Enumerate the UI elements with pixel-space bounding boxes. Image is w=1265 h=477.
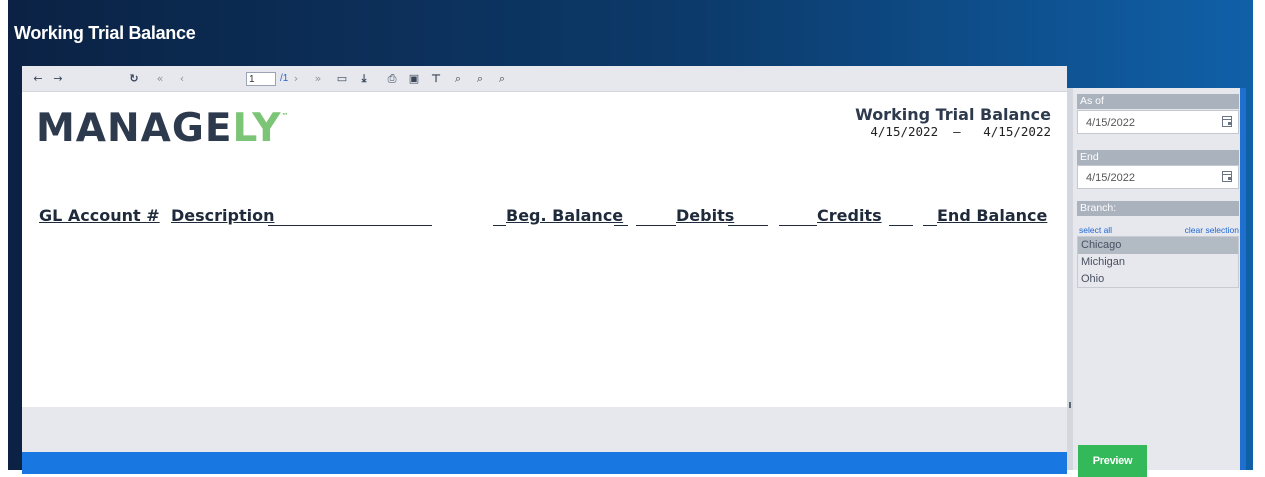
branch-item-ohio[interactable]: Ohio: [1078, 271, 1238, 288]
clear-selection-link[interactable]: clear selection: [1185, 225, 1239, 235]
end-date-value: 4/15/2022: [1086, 172, 1135, 184]
preview-button[interactable]: Preview: [1078, 445, 1147, 477]
report-title: Working Trial Balance: [855, 105, 1051, 124]
as-of-label: As of: [1077, 94, 1239, 109]
column-underline: [493, 225, 506, 226]
calendar-icon[interactable]: [1222, 116, 1232, 127]
previous-page-icon[interactable]: ‹: [174, 66, 190, 92]
column-underline: [636, 225, 676, 226]
filter-icon[interactable]: ⊤: [428, 66, 444, 92]
print-icon[interactable]: ⎙: [384, 66, 400, 92]
column-header-description: Description: [171, 206, 275, 225]
branch-list[interactable]: Chicago Michigan Ohio: [1077, 236, 1239, 288]
forward-arrow-icon[interactable]: →: [50, 66, 66, 92]
column-header-debits: Debits: [676, 206, 735, 225]
report-footer-area: [22, 407, 1067, 452]
first-page-icon[interactable]: «: [152, 66, 168, 92]
column-underline: [268, 225, 432, 226]
report-viewer: MANAGELY™ Working Trial Balance 4/15/202…: [22, 92, 1067, 407]
logo-trademark: ™: [281, 112, 289, 120]
new-page-icon[interactable]: ▭: [334, 66, 350, 92]
column-header-beg-balance: Beg. Balance: [506, 206, 624, 225]
end-label: End: [1077, 150, 1239, 165]
back-arrow-icon[interactable]: ←: [30, 66, 46, 92]
logo-text-dark: MANAGE: [36, 106, 233, 151]
print-layout-icon[interactable]: ▣: [406, 66, 422, 92]
next-page-icon[interactable]: ›: [288, 66, 304, 92]
last-page-icon[interactable]: »: [310, 66, 326, 92]
report-date-range: 4/15/2022 – 4/15/2022: [870, 124, 1051, 139]
select-all-link[interactable]: select all: [1079, 225, 1112, 235]
calendar-icon[interactable]: [1222, 171, 1232, 182]
column-underline: [779, 225, 817, 226]
column-underline: [923, 225, 937, 226]
report-horizontal-scrollbar[interactable]: [22, 452, 1067, 474]
branch-label: Branch:: [1077, 201, 1239, 216]
company-logo: MANAGELY™: [36, 106, 289, 151]
column-underline: [889, 225, 913, 226]
branch-item-chicago[interactable]: Chicago: [1078, 237, 1238, 254]
page-number-input[interactable]: [246, 72, 276, 86]
parameters-panel: As of 4/15/2022 End 4/15/2022 Branch: se…: [1073, 88, 1243, 470]
as-of-date-field[interactable]: 4/15/2022: [1077, 110, 1239, 134]
end-date-field[interactable]: 4/15/2022: [1077, 165, 1239, 189]
report-toolbar: ← → ↻ « ‹ /1 › » ▭ ⤓ ⎙ ▣ ⊤ ⌕ ⌕ ⌕: [22, 66, 1067, 92]
column-header-credits: Credits: [817, 206, 882, 225]
column-header-end-balance: End Balance: [937, 206, 1048, 225]
zoom-in-icon[interactable]: ⌕: [494, 66, 510, 92]
as-of-date-value: 4/15/2022: [1086, 117, 1135, 129]
search-icon[interactable]: ⌕: [450, 66, 466, 92]
window-title: Working Trial Balance: [14, 23, 196, 43]
column-header-gl-account: GL Account #: [39, 206, 160, 225]
export-icon[interactable]: ⤓: [356, 66, 372, 92]
column-underline: [614, 225, 628, 226]
branch-item-michigan[interactable]: Michigan: [1078, 254, 1238, 271]
logo-text-green: LY: [232, 106, 282, 151]
zoom-out-icon[interactable]: ⌕: [472, 66, 488, 92]
parameters-scrollbar[interactable]: [1240, 88, 1246, 470]
refresh-icon[interactable]: ↻: [126, 66, 142, 92]
column-underline: [728, 225, 768, 226]
